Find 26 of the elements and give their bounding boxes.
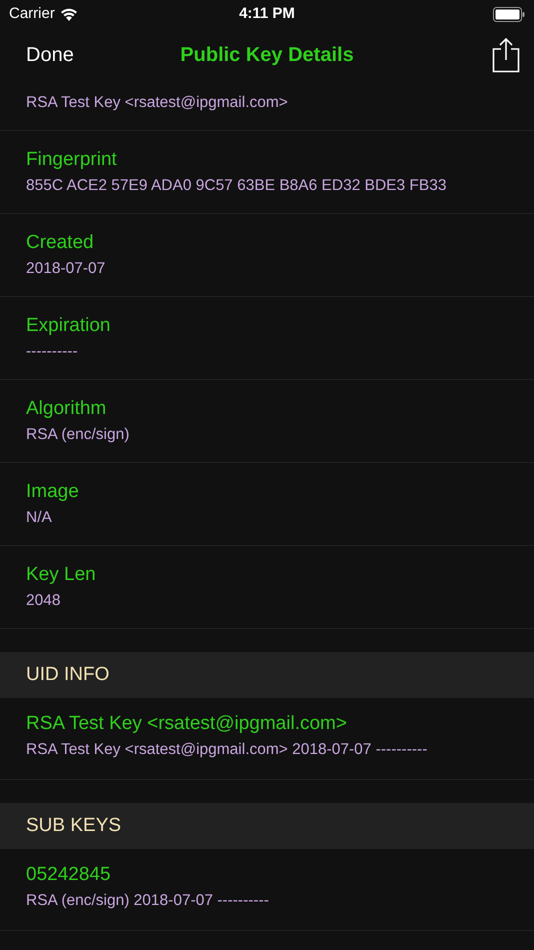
battery-icon [493, 6, 525, 22]
detail-label: Image [26, 480, 80, 504]
detail-label: Fingerprint [26, 148, 118, 172]
detail-value: RSA (enc/sign) [26, 425, 130, 445]
detail-label: Algorithm [26, 397, 108, 421]
carrier-label: Carrier [9, 4, 55, 24]
clock: 4:11 PM [239, 4, 295, 24]
row-detail: RSA Test Key <rsatest@ipgmail.com> 2018-07-07 ---------- [26, 740, 428, 760]
share-button[interactable] [492, 37, 520, 73]
section-header: SUB KEYS [0, 803, 534, 849]
detail-value: 2018-07-07 [26, 259, 106, 279]
wifi-icon [58, 6, 79, 22]
row-title: 05242845 [26, 863, 112, 887]
detail-value: RSA Test Key <rsatest@ipgmail.com> [26, 93, 289, 113]
detail-value: ---------- [26, 342, 79, 362]
row-detail: RSA (enc/sign) 2018-07-07 ---------- [26, 891, 270, 911]
row-title: RSA Test Key <rsatest@ipgmail.com> [26, 712, 348, 736]
detail-label: Key Len [26, 563, 97, 587]
nav-title: Public Key Details [180, 43, 354, 68]
detail-value: 2048 [26, 591, 62, 611]
section-header: UID INFO [0, 652, 534, 698]
detail-label: Expiration [26, 314, 112, 338]
detail-label: Created [26, 231, 95, 255]
done-button[interactable]: Done [26, 40, 74, 70]
detail-value: 855C ACE2 57E9 ADA0 9C57 63BE B8A6 ED32 BDE3 FB33 [26, 176, 448, 196]
detail-value: N/A [26, 508, 53, 528]
